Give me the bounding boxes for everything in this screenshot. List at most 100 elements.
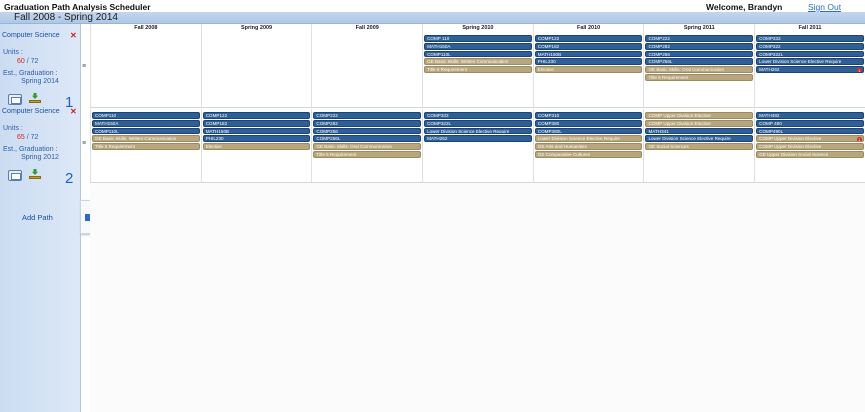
semester-cell[interactable] <box>90 32 201 107</box>
download-icon[interactable] <box>28 93 42 104</box>
course-block[interactable]: MATH482 <box>756 112 864 119</box>
mail-icon[interactable] <box>8 94 22 105</box>
course-label: Title 5 Requirement <box>316 151 357 157</box>
course-block[interactable]: COMP222 <box>313 112 422 119</box>
semester-cell[interactable]: COMP 110 MATH150A COMP110L GE Basic Skills:… <box>422 32 533 107</box>
course-block[interactable]: COMP122 <box>534 35 643 42</box>
semester-cell[interactable] <box>311 32 422 107</box>
path-name-link[interactable]: Computer Science <box>2 32 60 39</box>
sign-out-link[interactable]: Sign Out <box>808 2 841 12</box>
course-block[interactable]: COMP256 <box>313 127 422 135</box>
course-block[interactable]: COMP182 <box>202 119 311 127</box>
course-block[interactable]: COMP333 <box>756 35 864 42</box>
requirement-block[interactable]: Title 5 Requirement <box>92 143 200 150</box>
course-block[interactable]: COMP122 <box>202 112 311 119</box>
course-block[interactable]: MATH150B <box>534 50 643 58</box>
warning-badge-icon[interactable]: 1 <box>856 68 862 73</box>
course-block[interactable]: COMP110 <box>92 112 200 119</box>
date-range-bar: Fall 2008 - Spring 2014 <box>0 12 865 24</box>
requirement-block[interactable]: Title 5 Requirement <box>424 66 532 73</box>
requirement-block[interactable]: COMP Upper Division Elective 1 <box>756 135 864 143</box>
requirement-block[interactable]: GE Basic Skills: Oral Communication <box>645 66 754 73</box>
requirement-block[interactable]: Title 5 Requirement <box>313 150 422 158</box>
course-block[interactable]: COMP333 <box>424 112 532 119</box>
units-used: 65 <box>17 134 25 141</box>
requirement-block[interactable]: GE Upper Division Social Science <box>756 150 864 158</box>
course-label: MATH482 <box>759 113 780 118</box>
course-block[interactable]: COMP182 <box>534 42 643 50</box>
course-block[interactable]: MATH150A <box>424 42 532 50</box>
requirement-block[interactable]: GE Comparative Cultures <box>534 150 643 158</box>
requirement-block[interactable]: GE Basic Skills: Written Communication <box>424 58 532 66</box>
requirement-block[interactable]: Elective <box>534 66 643 73</box>
download-icon[interactable] <box>28 169 42 180</box>
semester-cell[interactable]: COMP122 COMP182 MATH150B PHIL230 Elective <box>200 109 312 182</box>
course-block[interactable]: MATH262 1 <box>756 66 864 73</box>
add-path-link[interactable]: Add Path <box>22 213 53 222</box>
course-block[interactable]: COMP490L <box>756 127 864 135</box>
close-icon[interactable]: ✕ <box>70 32 77 40</box>
requirement-block[interactable]: COMP Upper Division Elective <box>756 143 864 150</box>
semester-cell[interactable]: COMP122 COMP182 MATH150B PHIL230 Elective <box>532 32 644 107</box>
course-block[interactable]: MATH150A <box>92 119 200 127</box>
course-block[interactable]: COMP282 <box>645 42 754 50</box>
course-block[interactable]: Lower Division Science Elective Require <box>645 135 754 143</box>
course-block[interactable]: PHIL230 <box>202 135 311 143</box>
course-label: COMP122 <box>205 113 228 118</box>
course-block[interactable]: PHIL230 <box>534 58 643 66</box>
course-block[interactable]: COMP322L <box>424 119 532 127</box>
course-block[interactable]: COMP322L <box>756 50 864 58</box>
course-block[interactable]: COMP282 <box>313 119 422 127</box>
semester-cell[interactable]: COMP222 COMP282 COMP256 COMP256L GE Basic Sk… <box>311 109 422 182</box>
requirement-block[interactable]: Title 5 Requirement <box>645 73 754 81</box>
course-block[interactable]: COMP 110 <box>424 35 532 42</box>
requirement-block[interactable]: GE Basic Skills: Written Communication <box>92 135 200 143</box>
course-block[interactable]: COMP256 <box>645 50 754 58</box>
course-block[interactable]: COMP 490 <box>756 119 864 127</box>
course-label: Title 5 Requirement <box>95 144 135 150</box>
requirement-block[interactable]: COMP Upper Division Elective <box>645 112 754 119</box>
course-block[interactable]: MATH341 <box>645 127 754 135</box>
course-label: COMP Upper Division Elective <box>648 113 711 118</box>
warning-badge-icon[interactable]: 1 <box>856 137 862 142</box>
semester-cell[interactable]: COMP333 COMP322L Lower Division Science El… <box>422 109 533 182</box>
path-name-link[interactable]: Computer Science <box>2 108 60 115</box>
course-block[interactable]: MATH150B <box>202 127 311 135</box>
requirement-block[interactable]: GE Arts and Humanities <box>534 143 643 150</box>
units-label: Units : <box>3 125 23 132</box>
download-tray <box>29 176 41 179</box>
requirement-block[interactable]: Lower Division Science Elective Require <box>534 135 643 143</box>
graduation-value: Spring 2012 <box>21 154 59 161</box>
semester-cell[interactable] <box>200 32 312 107</box>
semester-header-row: Fall 2008 Spring 2009 Fall 2009 Spring 2010… <box>90 24 865 32</box>
semester-cell[interactable]: COMP222 COMP282 COMP256 COMP256L GE Basic Sk… <box>643 32 754 107</box>
course-block[interactable]: COMP380L <box>534 127 643 135</box>
course-block[interactable]: MATH262 <box>424 135 532 143</box>
close-icon[interactable]: ✕ <box>70 108 77 116</box>
requirement-block[interactable]: Elective <box>202 143 311 150</box>
course-label: COMP256L <box>648 59 673 65</box>
semester-cell[interactable]: COMP310 COMP380 COMP380L Lower Division Sci… <box>532 109 644 182</box>
course-block[interactable]: COMP310 <box>534 112 643 119</box>
course-block[interactable]: COMP222 <box>645 35 754 42</box>
course-block[interactable]: COMP322 <box>756 42 864 50</box>
course-block[interactable]: COMP110L <box>424 50 532 58</box>
drag-handle-icon[interactable]: ≡ <box>82 63 88 70</box>
semester-cell[interactable]: COMP333 COMP322 COMP322L Lower Division Sci… <box>754 32 865 107</box>
requirement-block[interactable]: GE Social Sciences <box>645 143 754 150</box>
drag-handle-icon[interactable]: ≡ <box>82 140 88 147</box>
requirement-block[interactable]: GE Basic Skills: Oral Communication <box>313 143 422 150</box>
course-label: Elective <box>205 144 222 150</box>
semester-cell[interactable]: COMP Upper Division Elective COMP Upper D… <box>643 109 754 182</box>
semester-cell[interactable]: MATH482 COMP 490 COMP490L COMP Upper Divisi… <box>754 109 865 182</box>
course-block[interactable]: COMP110L <box>92 127 200 135</box>
course-block[interactable]: Lower Division Science Elective Require <box>756 58 864 66</box>
units-value: 60 / 72 <box>17 58 38 65</box>
course-block[interactable]: COMP256L <box>313 135 422 143</box>
course-block[interactable]: COMP380 <box>534 119 643 127</box>
course-block[interactable]: COMP256L <box>645 58 754 66</box>
mail-icon[interactable] <box>8 170 22 181</box>
requirement-block[interactable]: COMP Upper Division Elective <box>645 119 754 127</box>
semester-cell[interactable]: COMP110 MATH150A COMP110L GE Basic Skills: … <box>90 109 201 182</box>
course-block[interactable]: Lower Division Science Elective Require <box>424 127 532 135</box>
